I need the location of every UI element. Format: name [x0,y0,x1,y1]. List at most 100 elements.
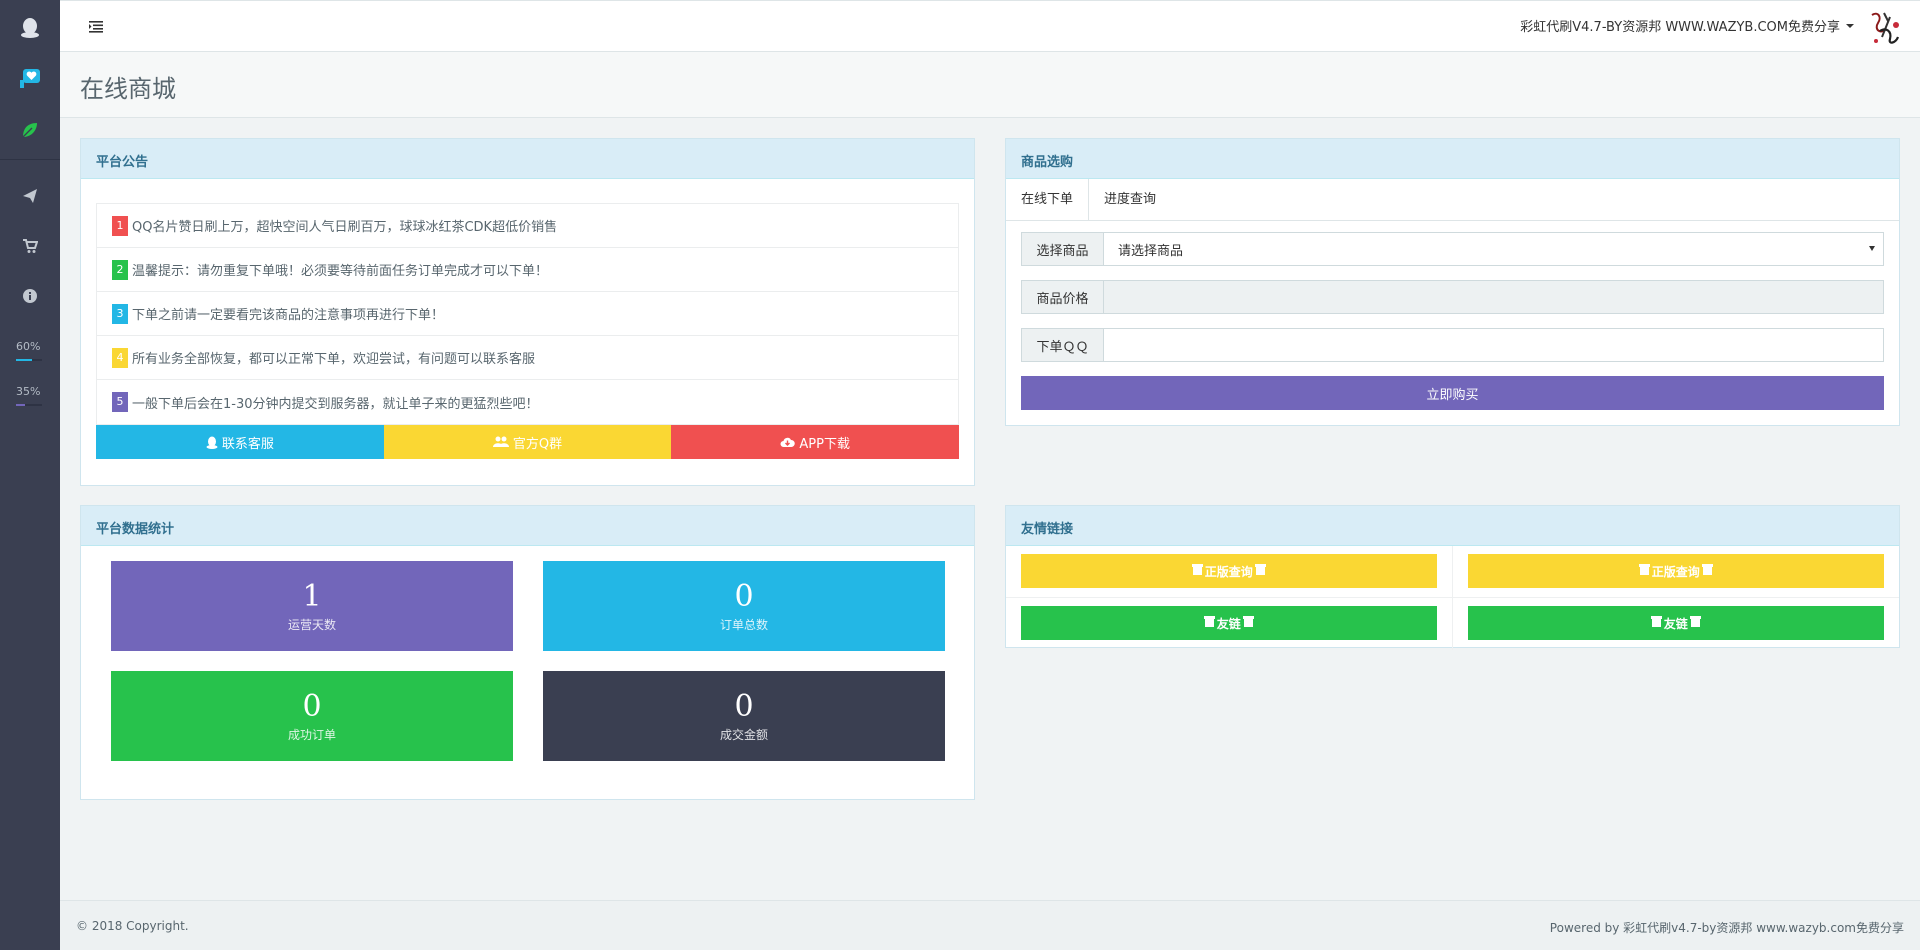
footer: © 2018 Copyright. Powered by 彩虹代刷v4.7-by… [60,900,1920,950]
progress-fill-2 [16,404,26,406]
link-cell: 友链 [1453,598,1900,650]
notice-text: 一般下单后会在1-30分钟内提交到服务器，就让单子来的更猛烈些吧！ [132,396,539,412]
product-select-value: 请选择商品 [1118,243,1184,259]
notice-buttons: 联系客服 官方Q群 APP下载 [96,425,960,459]
stat-value: 1 [302,578,322,614]
gift-icon [1254,564,1266,575]
gift-icon [1203,616,1215,627]
progress-bar-2 [16,404,42,406]
powered-by: Powered by 彩虹代刷v4.7-by资源邦 www.wazyb.com免… [1549,921,1904,935]
gift-icon [1689,616,1701,627]
sidebar-progress: 60% 35% [0,340,60,406]
stat-label: 订单总数 [719,617,768,632]
genuine-query-button[interactable]: 正版查询 [1021,554,1437,588]
progress-fill-1 [16,359,32,361]
gift-icon [1242,616,1254,627]
notice-text: QQ名片赞日刷上万，超快空间人气日刷百万，球球冰红茶CDK超低价销售 [132,220,558,235]
avatar[interactable] [1866,7,1902,47]
notice-number-badge: 4 [112,347,128,368]
official-group-button[interactable]: 官方Q群 [383,425,672,459]
genuine-query-button[interactable]: 正版查询 [1467,554,1884,588]
link-label: 友链 [1216,616,1241,631]
links-heading: 友情链接 [1006,506,1899,546]
stat-label: 成交金额 [719,727,768,742]
sidebar-nav [0,160,60,310]
links-grid: 正版查询 正版查询 友链 友链 [1006,546,1899,650]
gift-icon [1638,564,1650,575]
gift-icon [1650,616,1662,627]
stat-value: 0 [302,688,322,724]
notice-list: 1 QQ名片赞日刷上万，超快空间人气日刷百万，球球冰红茶CDK超低价销售 2 温馨提… [96,203,959,425]
links-panel: 友情链接 正版查询 正版查询 友链 友链 [1005,505,1900,650]
stats-grid: 1 运营天数 0 订单总数 0 成功订单 0 成交金额 [81,546,974,761]
user-dropdown[interactable]: 彩虹代刷V4.7-BY资源邦 WWW.WAZYB.COM免费分享 [1520,16,1854,35]
tab-progress-query[interactable]: 进度查询 [1089,179,1171,220]
cloud-download-icon [780,437,796,447]
stats-panel: 平台数据统计 1 运营天数 0 订单总数 0 成功订单 0 成交金额 [80,505,975,800]
page-title: 在线商城 [80,75,176,103]
notice-number-badge: 2 [112,259,128,280]
heart-badge-icon[interactable] [0,65,60,93]
notice-number-badge: 5 [112,392,128,412]
chevron-down-icon [1846,23,1854,28]
link-label: 正版查询 [1651,564,1700,579]
link-cell: 正版查询 [1452,546,1899,598]
product-select-row: 选择商品 请选择商品 [1021,232,1884,266]
gift-icon [1701,564,1713,575]
sidebar-top [0,0,60,160]
link-cell: 正版查询 [1006,546,1453,598]
friend-link-button[interactable]: 友链 [1021,606,1437,640]
copyright: © 2018 Copyright. [76,919,189,933]
stat-transaction-amount: 0 成交金额 [543,671,945,761]
info-icon[interactable] [0,282,60,310]
stat-value: 0 [734,578,754,614]
stat-label: 运营天数 [287,617,336,632]
send-icon[interactable] [0,182,60,210]
menu-toggle-icon[interactable] [88,18,104,34]
progress-bar-1 [16,359,42,361]
list-item: 5 一般下单后会在1-30分钟内提交到服务器，就让单子来的更猛烈些吧！ [97,380,958,424]
qq-penguin-icon[interactable] [0,14,60,42]
link-cell: 友链 [1006,598,1453,650]
cart-icon[interactable] [0,232,60,260]
app-download-button[interactable]: APP下载 [671,425,960,459]
official-group-label: 官方Q群 [512,436,563,452]
shop-tabs: 在线下单 进度查询 [1006,179,1899,221]
link-label: 友链 [1663,616,1688,631]
list-item: 4 所有业务全部恢复，都可以正常下单，欢迎尝试，有问题可以联系客服 [97,336,958,380]
top-header: 彩虹代刷V4.7-BY资源邦 WWW.WAZYB.COM免费分享 [60,0,1920,52]
notice-text: 所有业务全部恢复，都可以正常下单，欢迎尝试，有问题可以联系客服 [132,352,536,367]
link-label: 正版查询 [1204,564,1253,579]
tab-online-order[interactable]: 在线下单 [1006,179,1090,220]
contact-service-label: 联系客服 [221,436,274,452]
price-field [1104,281,1883,313]
stat-label: 成功订单 [287,727,336,742]
shop-panel: 商品选购 在线下单 进度查询 选择商品 请选择商品 商品价格 下单ＱＱ 立即购买 [1005,138,1900,426]
leaf-icon[interactable] [0,116,60,144]
friend-link-button[interactable]: 友链 [1467,606,1884,640]
stat-operating-days: 1 运营天数 [111,561,513,651]
price-label: 商品价格 [1022,281,1104,313]
sidebar: 60% 35% [0,0,60,950]
qq-row: 下单ＱＱ [1021,328,1884,362]
product-select[interactable]: 请选择商品 [1104,233,1883,265]
users-icon [492,436,509,447]
notice-heading: 平台公告 [81,139,974,179]
contact-service-button[interactable]: 联系客服 [96,425,384,459]
select-arrow-icon [1869,246,1875,251]
product-select-label: 选择商品 [1022,233,1104,265]
stat-successful-orders: 0 成功订单 [111,671,513,761]
buy-now-button[interactable]: 立即购买 [1021,376,1884,410]
stat-total-orders: 0 订单总数 [543,561,945,651]
app-download-label: APP下载 [799,436,850,452]
shop-heading: 商品选购 [1006,139,1899,179]
qq-icon [206,436,218,449]
stats-heading: 平台数据统计 [81,506,974,546]
qq-label: 下单ＱＱ [1022,329,1104,361]
notice-text: 温馨提示：请勿重复下单哦！必须要等待前面任务订单完成才可以下单！ [132,264,549,279]
gift-icon [1191,564,1203,575]
price-row: 商品价格 [1021,280,1884,314]
qq-input[interactable] [1104,329,1883,361]
page-title-bar: 在线商城 [60,52,1920,118]
site-name: 彩虹代刷V4.7-BY资源邦 WWW.WAZYB.COM免费分享 [1520,20,1840,35]
